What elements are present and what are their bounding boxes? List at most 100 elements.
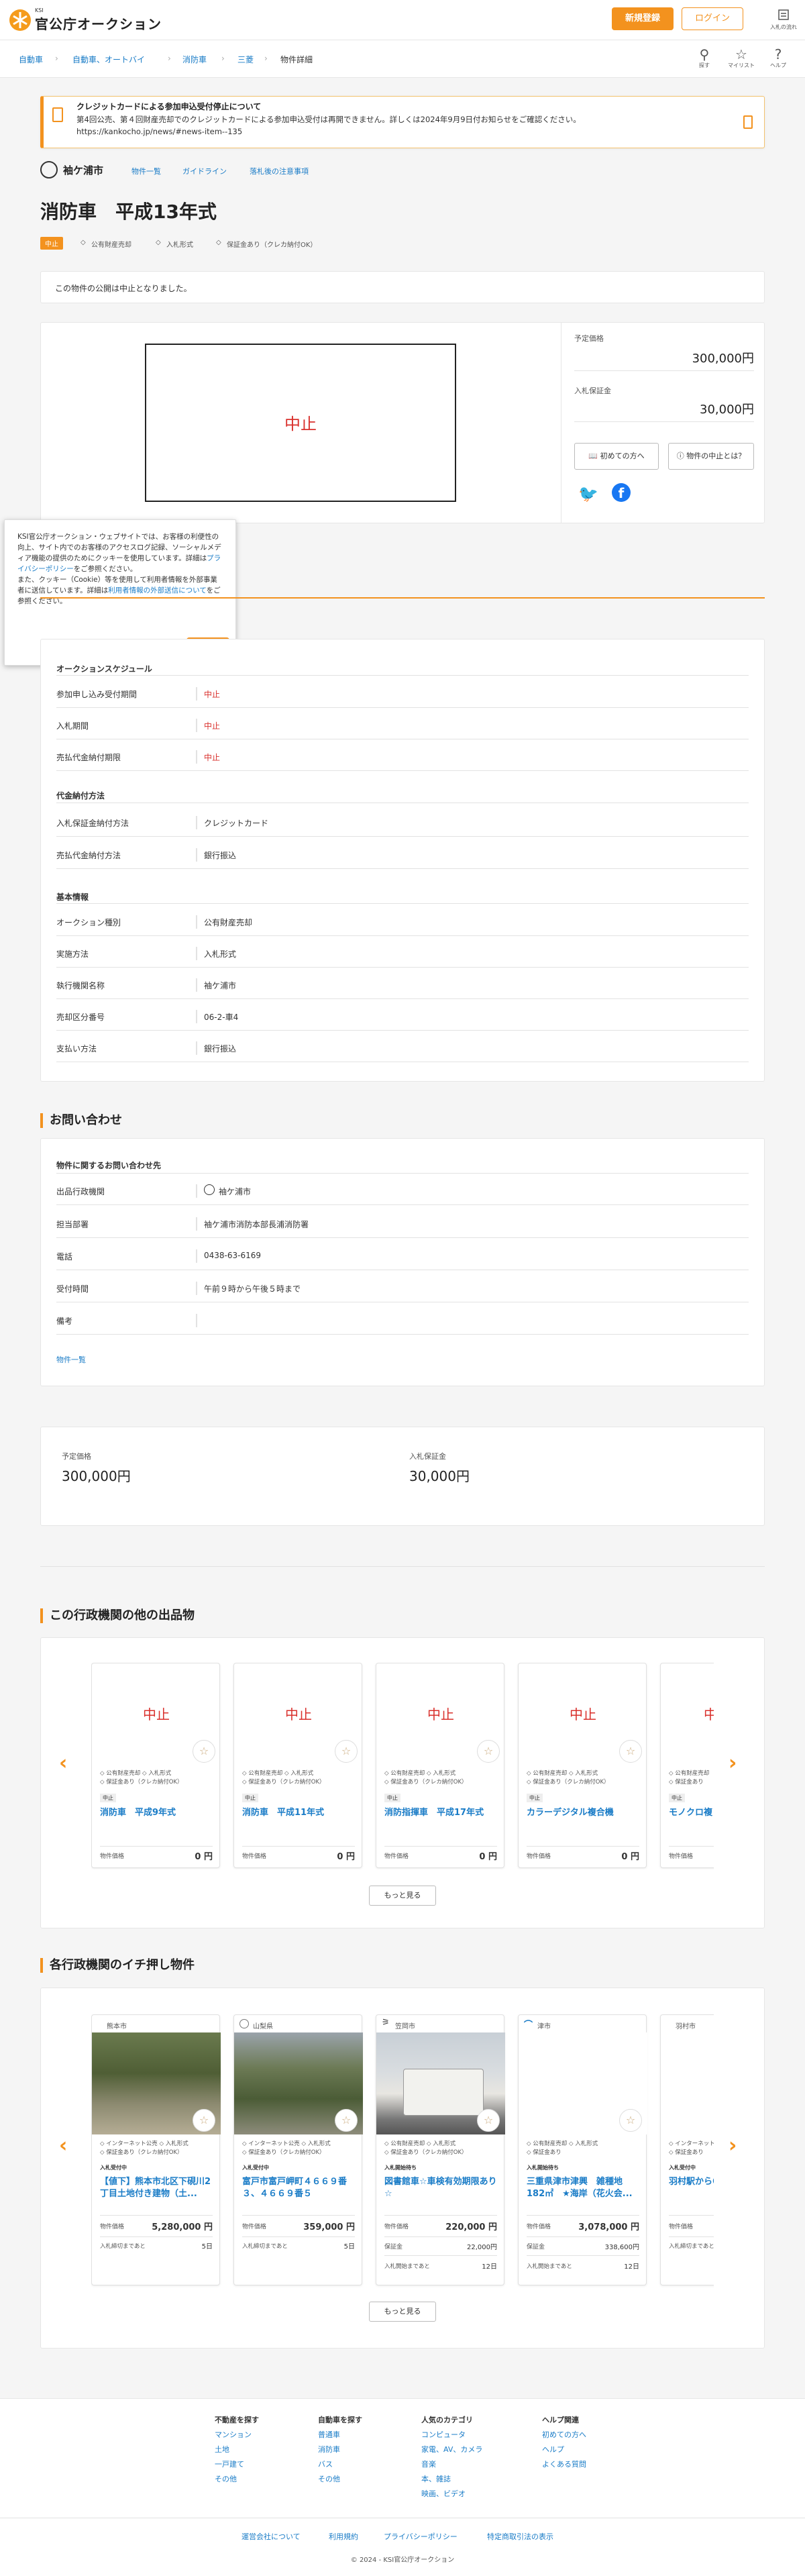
mylist-tool[interactable]: ☆ マイリスト — [728, 47, 755, 69]
breadcrumb-link[interactable]: 自動車、オートバイ — [72, 54, 145, 65]
carousel-next-arrow[interactable]: › — [729, 2134, 737, 2157]
tag-icon: ◇ — [80, 239, 86, 246]
pick-title[interactable]: 三重県津市津興 雑種地 182㎡ ★海岸（花火会... — [527, 2176, 642, 2200]
login-button[interactable]: ログイン — [682, 7, 743, 30]
item-card[interactable]: 中止 ☆ ◇ 公有財産売却 ◇ 入札形式 ◇ 保証金あり（クレカ納付OK） 中止 … — [91, 1663, 220, 1868]
footer-bottom-link[interactable]: 利用規約 — [329, 2531, 358, 2542]
logo-text[interactable]: 官公庁オークション — [35, 13, 162, 33]
help-tool[interactable]: ? ヘルプ — [765, 47, 792, 69]
footer-col-title: 不動産を探す — [215, 2416, 259, 2424]
carousel-prev-arrow[interactable]: ‹ — [59, 1751, 67, 1775]
breadcrumb-link[interactable]: 三菱 — [237, 54, 254, 65]
carousel-next-arrow[interactable]: › — [729, 1751, 737, 1775]
more-button[interactable]: もっと見る — [369, 2302, 436, 2322]
footer-link[interactable]: その他 — [215, 2472, 237, 2487]
twitter-icon[interactable]: 🐦 — [578, 484, 598, 503]
pick-title[interactable]: 図書館車☆車検有効期限あり☆ — [384, 2176, 500, 2200]
bid-flow-link[interactable]: 入札の流れ — [769, 8, 798, 31]
org-link-guideline[interactable]: ガイドライン — [182, 166, 227, 176]
external-sending-link[interactable]: 利用者情報の外部送信について — [108, 586, 206, 595]
footer-link[interactable]: 音楽 — [421, 2457, 436, 2472]
breadcrumb-link[interactable]: 自動車 — [19, 54, 43, 65]
detail-value: 銀行振込 — [204, 851, 237, 860]
footer-link[interactable]: 一戸建て — [215, 2457, 244, 2472]
cookie-text: KSI官公庁オークション・ウェブサイトでは、お客様の利便性の向上、サイト内でのお… — [17, 533, 221, 605]
favorite-star-icon[interactable]: ☆ — [335, 1740, 358, 1763]
item-list-link[interactable]: 物件一覧 — [56, 1354, 86, 1365]
org-emblem-icon: ⚞ — [382, 2018, 390, 2028]
footer-bottom-link[interactable]: 運営会社について — [241, 2531, 301, 2542]
item-card[interactable]: 中止 ☆ ◇ 公有財産売却 ◇ 入札形式 ◇ 保証金あり（クレカ納付OK） 中止 … — [376, 1663, 504, 1868]
footer-link[interactable]: その他 — [318, 2472, 340, 2487]
other-items-title: この行政機関の他の出品物 — [40, 1608, 195, 1623]
item-card[interactable]: 中 ◇ 公有財産売却 ◇ 保証金あり 中止 モノクロ複 物件価格 — [660, 1663, 714, 1868]
favorite-star-icon[interactable]: ☆ — [193, 1740, 215, 1763]
suspended-message: この物件の公開は中止となりました。 — [55, 284, 192, 293]
logo-icon[interactable] — [9, 9, 31, 31]
favorite-star-icon[interactable]: ☆ — [193, 2109, 215, 2132]
first-time-button[interactable]: 📖 初めての方へ — [574, 443, 659, 470]
deposit-value: 30,000円 — [700, 403, 754, 417]
pick-card[interactable]: 熊本市 ☆ ◇ インターネット公売 ◇ 入札形式 ◇ 保証金あり（クレカ納付OK）… — [91, 2014, 221, 2285]
pick-card[interactable]: 羽村市 ◇ インターネット◇ 保証金あり 入札受付中 羽村駅から6分、海のみ 物… — [660, 2014, 714, 2285]
item-title[interactable]: 消防車 平成11年式 — [242, 1807, 324, 1819]
pick-org: 笠岡市 — [395, 2023, 415, 2030]
footer-link[interactable]: コンピュータ — [421, 2428, 466, 2442]
item-title[interactable]: 消防車 平成9年式 — [100, 1807, 176, 1819]
more-button[interactable]: もっと見る — [369, 1886, 436, 1906]
question-icon: ⓘ — [676, 452, 687, 460]
pick-card[interactable]: ⚞ 笠岡市 ☆ ◇ 公有財産売却 ◇ 入札形式 ◇ 保証金あり（クレカ納付OK） … — [376, 2014, 505, 2285]
facebook-icon[interactable]: f — [612, 483, 631, 502]
footer-col-title: 人気のカテゴリ — [421, 2416, 473, 2424]
footer-link[interactable]: 本、雑誌 — [421, 2472, 451, 2487]
breadcrumb-link[interactable]: 消防車 — [182, 54, 207, 65]
footer-link[interactable]: 土地 — [215, 2442, 229, 2457]
pick-card[interactable]: 山梨県 ☆ ◇ インターネット公売 ◇ 入札形式 ◇ 保証金あり（クレカ納付OK）… — [233, 2014, 363, 2285]
pick-title[interactable]: 【値下】熊本市北区下硯川2丁目土地付き建物（土... — [100, 2176, 215, 2200]
item-card[interactable]: 中止 ☆ ◇ 公有財産売却 ◇ 入札形式 ◇ 保証金あり（クレカ納付OK） 中止 … — [518, 1663, 647, 1868]
favorite-star-icon[interactable]: ☆ — [619, 1740, 642, 1763]
favorite-star-icon[interactable]: ☆ — [335, 2109, 358, 2132]
item-title[interactable]: 消防指揮車 平成17年式 — [384, 1807, 484, 1819]
org-name[interactable]: 袖ケ浦市 — [63, 163, 103, 177]
bid-flow-icon — [778, 9, 789, 20]
footer-link[interactable]: よくある質問 — [542, 2457, 586, 2472]
est-price-label: 予定価格 — [574, 334, 604, 343]
search-tool[interactable]: ⚲ 探す — [691, 47, 718, 69]
favorite-star-icon[interactable]: ☆ — [477, 1740, 500, 1763]
org-link-notes[interactable]: 落札後の注意事項 — [250, 166, 309, 176]
footer-link[interactable]: 初めての方へ — [542, 2428, 586, 2442]
pick-title[interactable]: 富戸市富戸岬町４６６９番３、４６６９番５ — [242, 2176, 358, 2200]
item-card[interactable]: 中止 ☆ ◇ 公有財産売却 ◇ 入札形式 ◇ 保証金あり（クレカ納付OK） 中止 … — [233, 1663, 362, 1868]
footer-link[interactable]: マンション — [215, 2428, 252, 2442]
suspension-info-button[interactable]: ⓘ 物件の中止とは？ — [668, 443, 754, 470]
carousel-prev-arrow[interactable]: ‹ — [59, 2134, 67, 2157]
footer-link[interactable]: バス — [318, 2457, 333, 2472]
item-title[interactable]: カラーデジタル複合機 — [527, 1807, 614, 1819]
pick-title[interactable]: 羽村駅から6分、海のみ — [669, 2176, 714, 2188]
notice-url[interactable]: https://kankocho.jp/news/#news-item--135 — [76, 127, 242, 136]
contact-subtitle: 物件に関するお問い合わせ先 — [56, 1161, 162, 1170]
contact-box — [40, 1138, 765, 1386]
org-link-list[interactable]: 物件一覧 — [131, 166, 161, 176]
footer-link[interactable]: ヘルプ — [542, 2442, 564, 2457]
footer-link[interactable]: 映画、ビデオ — [421, 2487, 466, 2502]
org-emblem-icon — [239, 2019, 249, 2028]
footer-bottom-link[interactable]: プライバシーポリシー — [384, 2531, 458, 2542]
detail-value: 中止 — [204, 690, 221, 699]
footer-link[interactable]: 家電、AV、カメラ — [421, 2442, 482, 2457]
item-price: 0 円 — [479, 1852, 497, 1862]
pick-org: 山梨県 — [253, 2023, 273, 2030]
help-icon: ? — [774, 46, 782, 62]
notice-title: クレジットカードによる参加申込受付停止について — [76, 102, 262, 111]
item-title[interactable]: モノクロ複 — [669, 1807, 712, 1819]
pick-org: 羽村市 — [676, 2023, 696, 2030]
footer-link[interactable]: 普通車 — [318, 2428, 340, 2442]
register-button[interactable]: 新規登録 — [612, 7, 674, 30]
favorite-star-icon[interactable]: ☆ — [477, 2109, 500, 2132]
favorite-star-icon[interactable]: ☆ — [619, 2109, 642, 2132]
footer-bottom-link[interactable]: 特定商取引法の表示 — [487, 2531, 553, 2542]
pick-card[interactable]: ⌒ 津市 ☆ ◇ 公有財産売却 ◇ 入札形式 ◇ 保証金あり 入札開始待ち 三重県… — [518, 2014, 647, 2285]
footer-link[interactable]: 消防車 — [318, 2442, 340, 2457]
contact-label: 備考 — [56, 1317, 73, 1326]
